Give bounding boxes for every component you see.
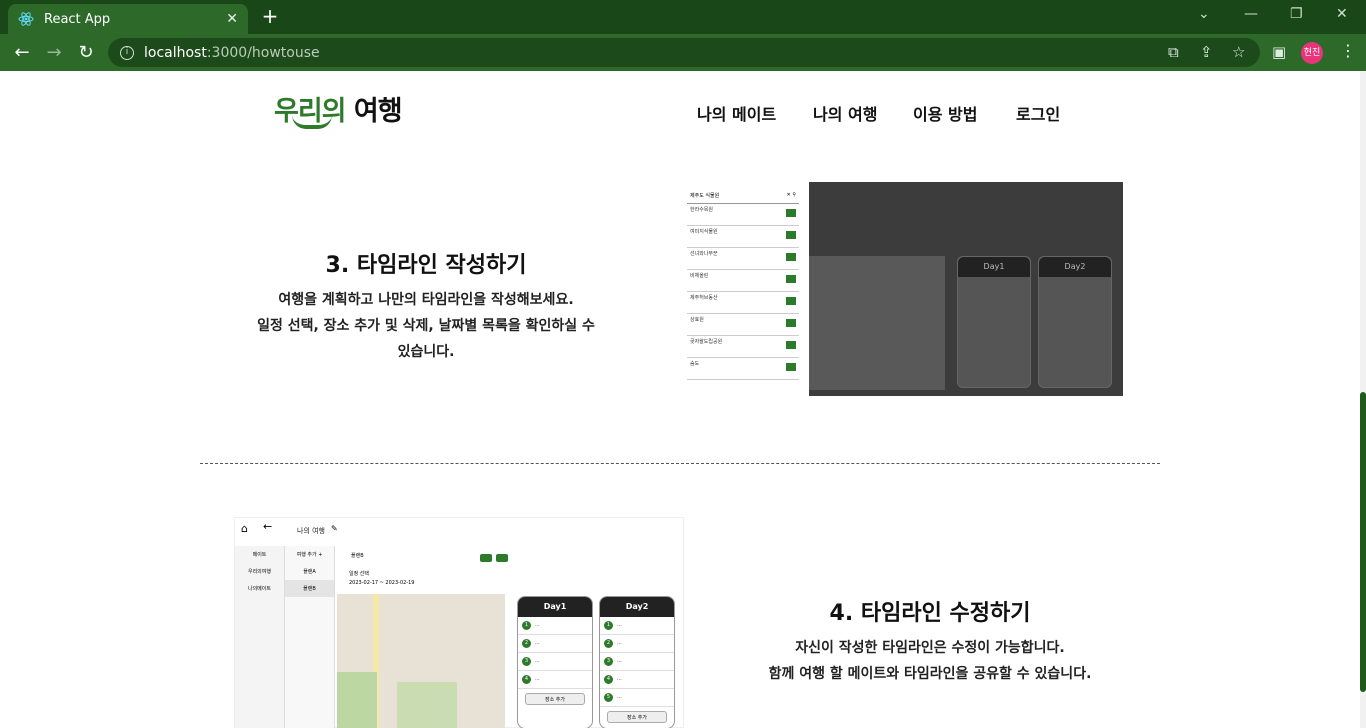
side-panel-icon[interactable]: ▣ — [1272, 43, 1286, 61]
list-item: 한라수목원 — [687, 204, 799, 226]
back-icon[interactable]: ← — [10, 41, 34, 65]
list-item: 선녀와나무꾼 — [687, 248, 799, 270]
nav-my-mate[interactable]: 나의 메이트 — [697, 101, 776, 125]
logo-text-part2: 여행 — [345, 96, 403, 127]
url-host: localhost — [144, 44, 207, 61]
tab-search-icon[interactable]: ⌄ — [1198, 6, 1210, 22]
share-icon[interactable]: ⇪ — [1200, 43, 1213, 61]
map-area — [337, 594, 505, 728]
bookmark-star-icon[interactable]: ☆ — [1232, 43, 1245, 61]
browser-menu-icon[interactable]: ⋮ — [1340, 41, 1356, 60]
section4-title: 4. 타임라인 수정하기 — [829, 601, 1031, 626]
section3-desc: 여행을 계획하고 나만의 타임라인을 작성해보세요. 일정 선택, 장소 추가 … — [216, 287, 636, 365]
edit-pencil-icon: ✎ — [331, 524, 338, 533]
plan-name: 플랜B — [351, 553, 364, 559]
restore-icon[interactable]: ❐ — [1290, 6, 1303, 22]
section3-desc-line3: 있습니다. — [397, 344, 455, 360]
forward-icon[interactable]: → — [42, 41, 66, 65]
list-item: 제주허브동산 — [687, 292, 799, 314]
section4-desc-line1: 자신이 작성한 타임라인은 수정이 가능합니다. — [795, 640, 1065, 656]
back-arrow-icon: ← — [263, 520, 273, 533]
day1-card: Day1 — [957, 256, 1031, 388]
browser-tabbar: React App ✕ + ⌄ — ❐ ✕ — [0, 0, 1366, 34]
search-query: 제주도 식물원 — [690, 193, 720, 199]
date-range: 2023-02-17 ~ 2023-02-19 — [349, 580, 415, 586]
timeline-edit-screenshot: ⌂ ← 나의 여행 ✎ 메이트 우리의여행 나의메이트 여행 추가 + 플랜A … — [234, 517, 684, 728]
save-mini-button — [480, 554, 492, 562]
profile-avatar[interactable]: 현진 — [1301, 42, 1323, 64]
section3-desc-line2: 일정 선택, 장소 추가 및 삭제, 날짜별 목록을 확인하실 수 — [257, 318, 595, 334]
date-label: 일정 선택 — [349, 571, 369, 577]
list-item: 숨도 — [687, 358, 799, 380]
search-box: 제주도 식물원 ✕ ⚲ — [687, 190, 799, 204]
section3-desc-line1: 여행을 계획하고 나만의 타임라인을 작성해보세요. — [278, 292, 574, 308]
list-item: 비체올린 — [687, 270, 799, 292]
list-item: 상효원 — [687, 314, 799, 336]
browser-tab[interactable]: React App ✕ — [8, 4, 248, 34]
react-icon — [18, 12, 34, 26]
screenshot-sidebar: 메이트 우리의여행 나의메이트 — [235, 546, 285, 728]
page-content: 우리의 여행 나의 메이트 나의 여행 이용 방법 로그인 3. 타임라인 작성… — [0, 71, 1366, 728]
list-item: 여미지식물원 — [687, 226, 799, 248]
nav-my-trip[interactable]: 나의 여행 — [813, 101, 877, 125]
section4-desc-line2: 함께 여행 할 메이트와 타임라인을 공유할 수 있습니다. — [768, 666, 1092, 682]
section3-title: 3. 타임라인 작성하기 — [325, 253, 527, 278]
day2-card: Day2 1 ··· 2 ··· 3 ··· 4 ··· 5 ··· 장소 추가 — [599, 596, 675, 728]
section4-desc: 자신이 작성한 타임라인은 수정이 가능합니다. 함께 여행 할 메이트와 타임… — [720, 635, 1140, 687]
window-close-icon[interactable]: ✕ — [1336, 6, 1348, 22]
share-mini-button — [496, 554, 508, 562]
new-tab-icon[interactable]: + — [258, 4, 282, 28]
search-icon: ✕ ⚲ — [786, 192, 796, 198]
day1-card: Day1 1 ··· 2 ··· 3 ··· 4 ··· 장소 추가 — [517, 596, 593, 728]
home-icon: ⌂ — [241, 522, 248, 535]
nav-how-to-use[interactable]: 이용 방법 — [913, 101, 977, 125]
search-result-list: 제주도 식물원 ✕ ⚲ 한라수목원 여미지식물원 선녀와나무꾼 비체올린 제주허… — [687, 190, 799, 396]
reload-icon[interactable]: ↻ — [74, 41, 98, 65]
browser-toolbar: ← → ↻ i localhost:3000/howtouse ⧉ ⇪ ☆ ▣ … — [0, 34, 1366, 71]
nav-login[interactable]: 로그인 — [1016, 101, 1060, 125]
screenshot-title: 나의 여행 — [297, 527, 325, 535]
address-bar[interactable]: i localhost:3000/howtouse — [108, 38, 1260, 67]
timeline-create-screenshot: 제주도 식물원 ✕ ⚲ 한라수목원 여미지식물원 선녀와나무꾼 비체올린 제주허… — [687, 182, 1123, 396]
site-info-icon[interactable]: i — [120, 45, 134, 60]
section-divider — [200, 463, 1160, 464]
tab-close-icon[interactable]: ✕ — [226, 11, 238, 27]
screenshot-plan-list: 여행 추가 + 플랜A 플랜B — [285, 546, 335, 728]
url-path: :3000/howtouse — [206, 44, 320, 61]
day2-card: Day2 — [1038, 256, 1112, 388]
map-area — [809, 256, 945, 390]
page-scrollbar-thumb[interactable] — [1360, 392, 1366, 692]
translate-icon[interactable]: ⧉ — [1168, 43, 1179, 61]
list-item: 곶자왈도립공원 — [687, 336, 799, 358]
minimize-icon[interactable]: — — [1244, 6, 1258, 22]
tab-title: React App — [44, 11, 111, 27]
